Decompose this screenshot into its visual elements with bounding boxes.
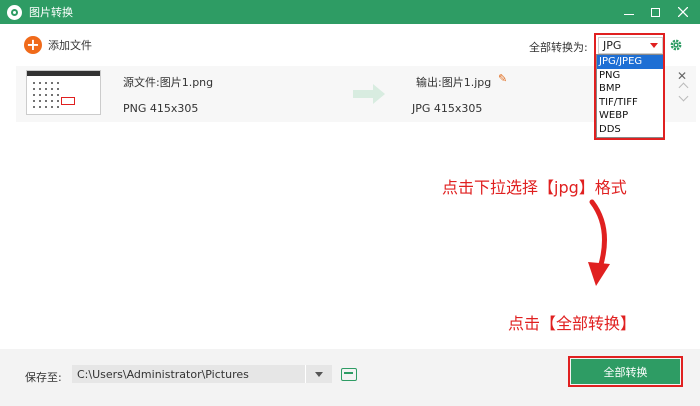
add-file-label: 添加文件 <box>48 39 92 52</box>
output-file-name: 输出:图片1.jpg <box>416 76 492 89</box>
convert-arrow-icon <box>353 90 373 98</box>
source-file-name: 源文件:图片1.png <box>123 76 214 89</box>
move-down-icon[interactable] <box>678 91 689 102</box>
title-bar: 图片转换 <box>0 0 700 24</box>
format-option-tif[interactable]: TIF/TIFF <box>597 96 663 110</box>
window-title: 图片转换 <box>29 6 73 19</box>
convert-all-button[interactable]: 全部转换 <box>571 359 680 384</box>
close-button[interactable] <box>669 0 696 24</box>
annotation-step2: 点击【全部转换】 <box>508 314 637 333</box>
gear-icon[interactable] <box>669 38 683 52</box>
format-option-png[interactable]: PNG <box>597 69 663 83</box>
app-logo-icon <box>7 4 22 20</box>
format-option-jpg[interactable]: JPG/JPEG <box>597 55 663 69</box>
folder-icon[interactable] <box>341 368 357 381</box>
maximize-icon <box>651 7 660 17</box>
dropdown-arrow-icon <box>650 43 658 48</box>
bottom-bar: 保存至: 全部转换 <box>0 349 700 406</box>
window-controls <box>615 0 696 24</box>
plus-icon: + <box>24 36 42 54</box>
toolbar: + 添加文件 全部转换为: JPG <box>0 24 700 66</box>
file-list-row: 源文件:图片1.png PNG 415x305 输出:图片1.jpg ✎ JPG… <box>16 66 696 122</box>
minimize-button[interactable] <box>615 0 642 24</box>
remove-file-icon[interactable]: ✕ <box>677 69 687 83</box>
format-option-bmp[interactable]: BMP <box>597 82 663 96</box>
minimize-icon <box>623 13 634 15</box>
maximize-button[interactable] <box>642 0 669 24</box>
output-file-meta: JPG 415x305 <box>412 102 483 115</box>
annotation-step1: 点击下拉选择【jpg】格式 <box>442 178 627 197</box>
format-option-dds[interactable]: DDS <box>597 123 663 137</box>
save-path-field[interactable] <box>72 365 305 383</box>
save-to-label: 保存至: <box>25 371 62 384</box>
app-window: 图片转换 + 添加文件 全部转换为: JPG JPG/JPEG PNG BMP … <box>0 0 700 406</box>
add-file-button[interactable]: + 添加文件 <box>24 36 92 54</box>
annotation-arrow-icon <box>588 199 610 286</box>
format-select[interactable]: JPG <box>598 37 663 54</box>
edit-icon[interactable]: ✎ <box>498 72 507 85</box>
convert-all-format-label: 全部转换为: <box>529 41 588 54</box>
file-thumbnail <box>26 70 101 115</box>
source-file-meta: PNG 415x305 <box>123 102 199 115</box>
close-icon <box>677 7 688 17</box>
format-option-webp[interactable]: WEBP <box>597 109 663 123</box>
save-path-dropdown-button[interactable] <box>305 365 332 383</box>
format-select-value: JPG <box>603 39 622 52</box>
format-dropdown-list: JPG/JPEG PNG BMP TIF/TIFF WEBP DDS <box>596 54 664 138</box>
